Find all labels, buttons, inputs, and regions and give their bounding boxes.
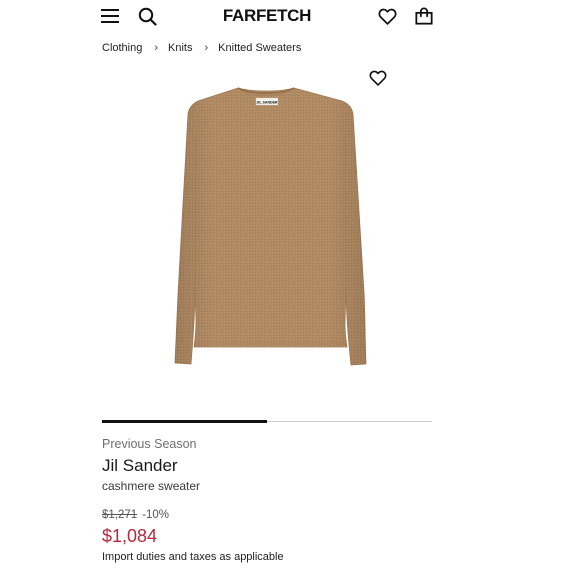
add-to-wishlist-heart-icon[interactable] [368, 68, 388, 88]
breadcrumb-separator: › [154, 42, 159, 54]
breadcrumb-separator: › [204, 42, 209, 54]
top-header: FARFETCH [0, 0, 580, 34]
product-image-gallery[interactable]: JIL SANDER [102, 62, 432, 422]
discount-badge: -10% [142, 509, 170, 521]
price-row: $1,271 -10% [102, 508, 432, 522]
duties-note: Import duties and taxes as applicable [102, 551, 284, 563]
farfetch-logo[interactable]: FARFETCH [214, 6, 320, 26]
search-icon[interactable] [137, 6, 157, 26]
breadcrumb: Clothing › Knits › Knitted Sweaters [102, 41, 301, 55]
breadcrumb-knitted-sweaters[interactable]: Knitted Sweaters [218, 42, 301, 54]
garment-label-text: JIL SANDER [256, 101, 278, 105]
season-label: Previous Season [102, 437, 197, 451]
gallery-progress-track [102, 420, 432, 423]
breadcrumb-knits[interactable]: Knits [168, 42, 192, 54]
product-description: cashmere sweater [102, 479, 201, 493]
original-price: $1,271 [102, 509, 138, 521]
hamburger-menu-icon[interactable] [101, 7, 119, 25]
product-info: Previous Season Jil Sander cashmere swea… [102, 436, 432, 564]
breadcrumb-clothing[interactable]: Clothing [102, 42, 142, 54]
heart-icon[interactable] [377, 6, 397, 26]
sweater-image: JIL SANDER [174, 87, 367, 366]
sale-price: $1,084 [102, 526, 158, 546]
gallery-progress-fill [102, 420, 267, 423]
shopping-bag-icon[interactable] [414, 6, 434, 26]
brand-name[interactable]: Jil Sander [102, 455, 432, 477]
